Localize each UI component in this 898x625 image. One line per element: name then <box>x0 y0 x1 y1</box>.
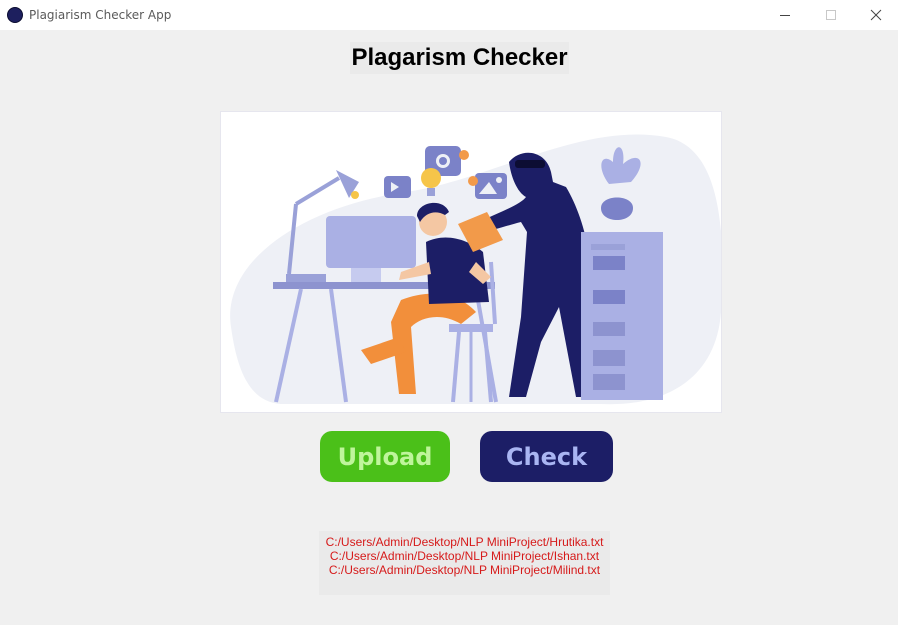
illustration-image <box>220 111 722 413</box>
upload-button[interactable]: Upload <box>320 431 450 482</box>
check-button[interactable]: Check <box>480 431 613 482</box>
maximize-icon <box>826 10 836 20</box>
title-bar: Plagiarism Checker App <box>0 0 898 30</box>
plagiarism-illustration <box>230 134 721 405</box>
page-title-box: Plagarism Checker <box>350 42 569 74</box>
close-button[interactable] <box>853 0 898 30</box>
window-title: Plagiarism Checker App <box>29 8 172 22</box>
maximize-button[interactable] <box>808 0 854 30</box>
close-icon <box>870 9 882 21</box>
selected-files-list: C:/Users/Admin/Desktop/NLP MiniProject/H… <box>319 531 610 595</box>
app-icon <box>7 7 23 23</box>
minimize-button[interactable] <box>762 0 808 30</box>
file-path-item: C:/Users/Admin/Desktop/NLP MiniProject/I… <box>329 549 600 563</box>
file-path-item: C:/Users/Admin/Desktop/NLP MiniProject/M… <box>328 563 601 577</box>
minimize-icon <box>780 15 790 16</box>
page-title: Plagarism Checker <box>351 44 568 71</box>
file-path-item: C:/Users/Admin/Desktop/NLP MiniProject/H… <box>325 535 604 549</box>
